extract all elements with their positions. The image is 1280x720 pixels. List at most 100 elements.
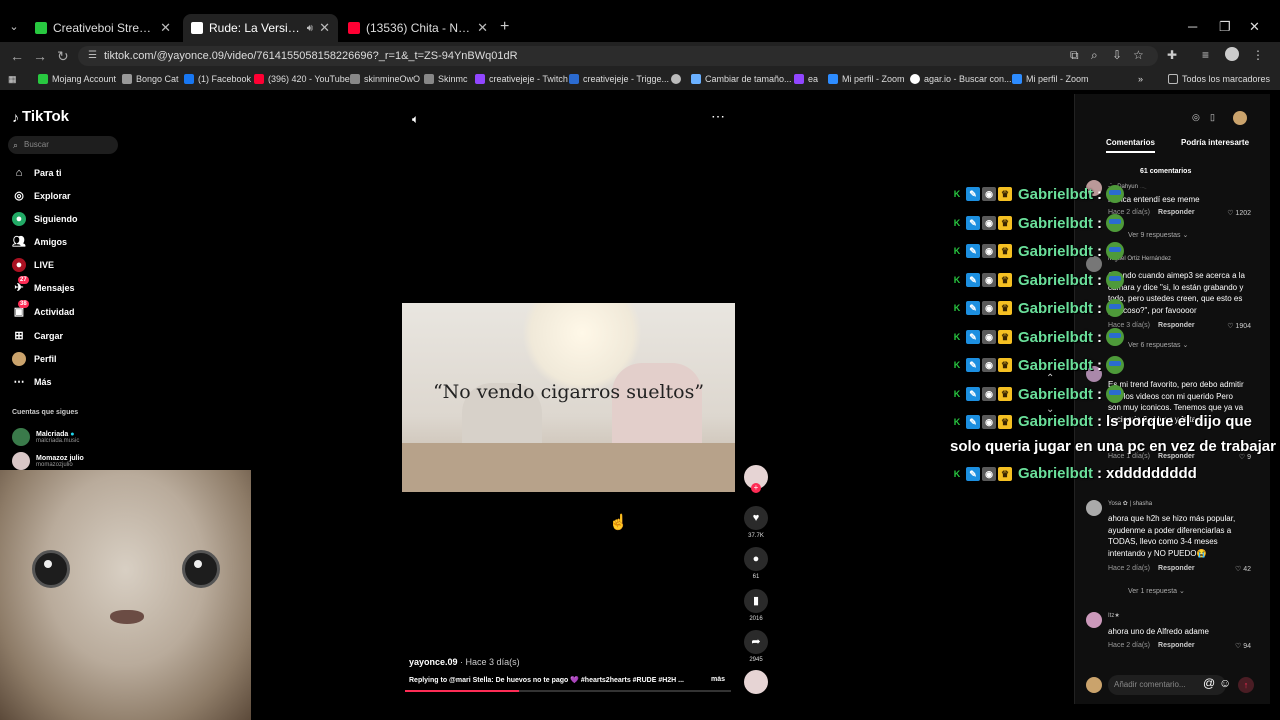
close-tab-icon[interactable]: ✕ <box>477 20 488 36</box>
chat-username[interactable]: Gabrielbdt <box>1018 215 1093 232</box>
comment-likes[interactable]: ♡ 1202 <box>1227 209 1251 217</box>
back-icon[interactable]: ← <box>10 48 24 64</box>
avatar[interactable] <box>1086 500 1102 516</box>
comment-likes[interactable]: ♡ 42 <box>1235 565 1251 573</box>
apps-icon[interactable]: ▦ <box>8 74 17 85</box>
nav-para-ti[interactable]: ⌂ Para ti <box>12 166 62 180</box>
install-icon[interactable]: ⇩ <box>1112 48 1122 62</box>
author-avatar-button[interactable]: + <box>744 465 768 493</box>
chat-username[interactable]: Gabrielbdt <box>1018 357 1093 374</box>
search-input[interactable]: ⌕ Buscar <box>8 136 118 154</box>
chat-username[interactable]: Gabrielbdt <box>1018 386 1093 403</box>
restore-icon[interactable]: ❐ <box>1219 19 1231 35</box>
view-replies[interactable]: Ver 9 respuestas ⌄ <box>1128 231 1188 239</box>
tiktok-logo[interactable]: ♪ TikTok <box>12 108 69 125</box>
bookmark-5[interactable]: skinmineOwO <box>350 74 420 84</box>
reply-link[interactable]: Responder <box>1158 642 1195 649</box>
mention-icon[interactable]: @ <box>1203 676 1215 690</box>
nav-live[interactable]: ● LIVE <box>12 258 54 272</box>
bookmark-10[interactable]: Cambiar de tamaño... <box>691 74 792 84</box>
chat-username[interactable]: Gabrielbdt <box>1018 413 1093 430</box>
profile-avatar[interactable] <box>1225 47 1239 61</box>
browser-tab-1[interactable]: Creativeboi Stream - Watch Live ✕ <box>27 14 179 42</box>
video-progress-bar[interactable] <box>405 690 731 692</box>
comment-user[interactable]: Itz★ <box>1108 612 1120 619</box>
chat-username[interactable]: Gabrielbdt <box>1018 272 1093 289</box>
chat-username[interactable]: Gabrielbdt <box>1018 300 1093 317</box>
bookmark-11[interactable]: ea <box>794 74 818 84</box>
site-info-icon[interactable]: ☰ <box>88 46 97 66</box>
bookmark-13[interactable]: agar.io - Buscar con... <box>910 74 1012 84</box>
comment-user[interactable]: Yosa ✿ | shasha <box>1108 500 1152 507</box>
video-author[interactable]: yayonce.09 · Hace 3 día(s) <box>409 657 520 667</box>
browser-tab-2[interactable]: Rude: La Versión Mexicana 🔊︎ ✕ <box>183 14 338 42</box>
reload-icon[interactable]: ↻ <box>57 48 69 65</box>
bookmarks-overflow-icon[interactable]: » <box>1138 74 1143 84</box>
reply-link[interactable]: Responder <box>1158 565 1195 572</box>
nav-explorar[interactable]: ◎ Explorar <box>12 189 70 203</box>
chat-username[interactable]: Gabrielbdt <box>1018 186 1093 203</box>
tab-podria-interesarte[interactable]: Podría interesarte <box>1181 138 1249 151</box>
view-replies[interactable]: Ver 6 respuestas ⌄ <box>1128 341 1188 349</box>
view-replies[interactable]: Ver 1 respuesta ⌄ <box>1128 587 1185 595</box>
save-button[interactable]: ▮ 2016 <box>744 589 768 622</box>
avatar[interactable] <box>1086 612 1102 628</box>
comment-button[interactable]: ● 61 <box>744 547 768 580</box>
bookmark-9[interactable] <box>671 74 685 84</box>
tab-search-chevron-icon[interactable]: ⌄ <box>6 19 22 35</box>
extensions-icon[interactable]: ✚ <box>1167 48 1177 62</box>
media-control-icon[interactable]: ≡ <box>1202 48 1209 62</box>
bookmark-3[interactable]: (1) Facebook <box>184 74 251 84</box>
following-account-2[interactable]: Momazoz julio momazozjulio <box>12 452 84 470</box>
more-options-icon[interactable]: ⋯ <box>711 108 725 125</box>
sound-avatar-button[interactable] <box>744 670 768 694</box>
nav-actividad[interactable]: ▣ 38 Actividad <box>12 300 75 319</box>
user-avatar[interactable] <box>1233 111 1247 125</box>
close-window-icon[interactable]: ✕ <box>1249 19 1260 35</box>
kebab-menu-icon[interactable]: ⋮ <box>1252 48 1264 62</box>
comment-likes[interactable]: ♡ 94 <box>1235 642 1251 650</box>
close-tab-icon[interactable]: ✕ <box>160 20 171 36</box>
more-link[interactable]: más <box>711 676 725 683</box>
bookmark-1[interactable]: Mojang Account <box>38 74 116 84</box>
following-account-1[interactable]: Malcriada ● malcriada.music <box>12 428 79 446</box>
bookmark-8[interactable]: creativejeje - Trigge... <box>569 74 669 84</box>
zoom-icon[interactable]: ⌕ <box>1091 48 1098 63</box>
chat-username[interactable]: Gabrielbdt <box>1018 465 1093 482</box>
forward-icon[interactable]: → <box>33 48 47 64</box>
bookmark-7[interactable]: creativejeje - Twitch <box>475 74 568 84</box>
chevron-up-icon[interactable]: ⌃ <box>1046 373 1054 384</box>
bookmark-star-icon[interactable]: ☆ <box>1133 48 1144 62</box>
comment-likes[interactable]: ♡ 1904 <box>1227 322 1251 330</box>
chat-username[interactable]: Gabrielbdt <box>1018 243 1093 260</box>
follow-plus-icon[interactable]: + <box>751 483 761 493</box>
nav-amigos[interactable]: 👥︎ Amigos <box>12 235 67 249</box>
browser-tab-3[interactable]: (13536) Chita - No Fue ft. CA7RIEL ✕ <box>340 14 496 42</box>
new-tab-icon[interactable]: + <box>500 19 509 35</box>
bookmark-14[interactable]: Mi perfil - Zoom <box>1012 74 1089 84</box>
reply-link[interactable]: Responder <box>1158 322 1195 329</box>
bookmark-12[interactable]: Mi perfil - Zoom <box>828 74 905 84</box>
like-button[interactable]: ♥ 37.7K <box>744 506 768 539</box>
nav-perfil[interactable]: Perfil <box>12 352 57 366</box>
bookmark-2[interactable]: Bongo Cat <box>122 74 179 84</box>
nav-mensajes[interactable]: ✈ 27 Mensajes <box>12 276 75 295</box>
emoji-icon[interactable]: ☺ <box>1219 676 1231 690</box>
share-button[interactable]: ➦ 2945 <box>744 630 768 663</box>
speaker-icon[interactable]: 🔈︎ <box>412 112 419 127</box>
bookmark-6[interactable]: Skinmc <box>424 74 468 84</box>
close-tab-icon[interactable]: ✕ <box>319 20 330 36</box>
video-player[interactable]: “No vendo cigarros sueltos” <box>402 303 735 492</box>
nav-mas[interactable]: ⋯ Más <box>12 375 52 389</box>
all-bookmarks[interactable]: Todos los marcadores <box>1168 74 1270 84</box>
reply-link[interactable]: Responder <box>1158 209 1195 216</box>
nav-cargar[interactable]: ⊞ Cargar <box>12 329 63 343</box>
nav-siguiendo[interactable]: ● Siguiendo <box>12 212 78 226</box>
speaker-icon[interactable]: 🔊︎ <box>307 23 313 34</box>
bookmark-4[interactable]: (396) 420 - YouTube <box>254 74 350 84</box>
send-icon[interactable]: ↑ <box>1238 677 1254 693</box>
minimize-icon[interactable]: ─ <box>1188 19 1197 34</box>
chat-username[interactable]: Gabrielbdt <box>1018 329 1093 346</box>
tab-comentarios[interactable]: Comentarios <box>1106 138 1155 153</box>
gear-icon[interactable]: ◎ <box>1192 112 1200 123</box>
